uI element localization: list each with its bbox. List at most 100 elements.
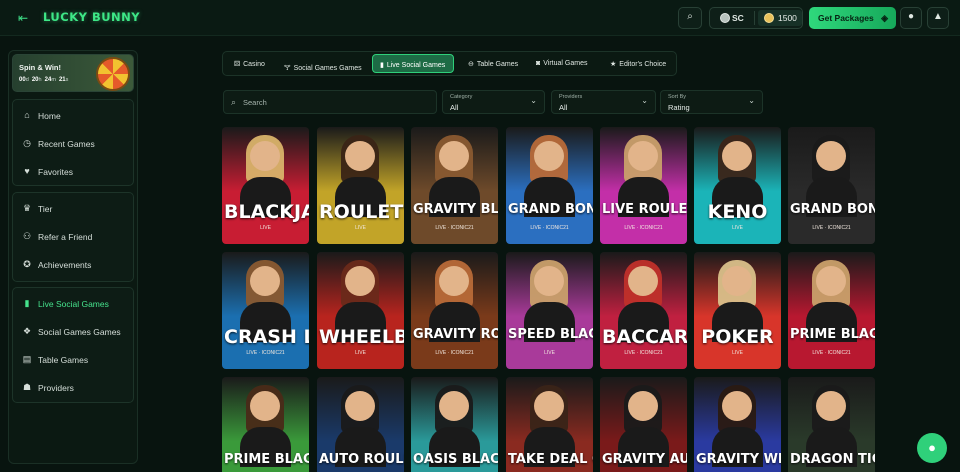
game-title: GRAVITY AUTO ROULETTE [602,452,687,467]
chips-icon: ❖ [22,326,32,336]
game-title: CRASH LIVE [224,326,309,348]
game-card[interactable]: BLACKJACK LIVE [222,127,309,244]
game-card[interactable]: POKER LIVE [694,252,781,369]
tab-editors-choice[interactable]: ★ Editor's Choice [606,54,674,73]
game-title: BLACKJACK [224,201,309,223]
dealer-face [345,141,375,171]
sidebar-item-recent-games[interactable]: ◷ Recent Games [13,132,133,156]
dealer-face [250,266,280,296]
game-title: GRAVITY ROULETTE [413,327,498,342]
game-card[interactable]: GRAVITY WHEEL [694,377,781,472]
game-subtitle: LIVE · ICONIC21 [435,225,474,231]
game-title: AUTO ROULETTE [319,452,404,467]
search-button[interactable]: ⌕ [678,7,702,29]
bell-icon: ▲ [933,11,943,22]
sc-label: SC [732,13,744,23]
sidebar-item-label: Favorites [38,167,73,177]
tab-live-social-games[interactable]: ▮ Live Social Games [372,54,454,73]
game-card[interactable]: GRAVITY ROULETTE LIVE · ICONIC21 [411,252,498,369]
live-chat-button[interactable]: ● [917,433,947,463]
game-subtitle: LIVE [732,225,743,231]
game-card[interactable]: SPEED BLACKJACK LIVE [506,252,593,369]
game-card[interactable]: WHEELBET LIVE [317,252,404,369]
collapse-sidebar-icon[interactable]: ⇤ [18,11,32,25]
dealer-face [534,266,564,296]
user-icon: ● [907,11,915,22]
dealer-face [816,141,846,171]
gc-value: 1500 [778,13,797,23]
game-card[interactable]: AUTO ROULETTE [317,377,404,472]
home-icon: ⌂ [24,110,30,120]
game-title: GRAVITY BLACKJACK [413,202,498,217]
game-card[interactable]: GRAVITY AUTO ROULETTE [600,377,687,472]
game-card[interactable]: PRIME BLACKJACK 1 LIVE · ICONIC21 [788,252,875,369]
search-icon: ⌕ [231,97,237,107]
sidebar-item-providers[interactable]: ☗ Providers [13,376,133,400]
get-packages-label: Get Packages [818,13,874,23]
game-subtitle: LIVE [544,350,555,356]
live-icon: ▮ [24,298,30,308]
game-card[interactable]: OASIS BLACKJACK 2 [411,377,498,472]
game-title: ROULETTE [319,201,404,223]
game-title: DRAGON TIGER [790,452,875,467]
dealer-face [722,391,752,421]
game-title: SPEED BLACKJACK [508,327,593,342]
sc-coin-icon [720,13,730,23]
sidebar-item-home[interactable]: ⌂ Home [13,104,133,128]
game-card[interactable]: ROULETTE LIVE [317,127,404,244]
users-icon: ⚇ [22,231,32,241]
live-icon: ▮ [380,62,384,69]
game-card[interactable]: GRAVITY BLACKJACK LIVE · ICONIC21 [411,127,498,244]
search-icon: ⌕ [687,11,693,22]
game-card[interactable]: LIVE ROULETTE LIVE · ICONIC21 [600,127,687,244]
search-input[interactable] [243,96,423,109]
sidebar-item-live-social-games[interactable]: ▮ Live Social Games [13,292,133,316]
game-card[interactable]: GRAND BONUS BLACKJACK LIVE · ICONIC21 [506,127,593,244]
sidebar-item-label: Tier [38,204,53,214]
game-subtitle: LIVE [732,350,743,356]
get-packages-button[interactable]: Get Packages ◈ [809,7,896,29]
dealer-face [439,391,469,421]
profile-button[interactable]: ● [900,7,922,29]
sidebar-item-social-games-games[interactable]: ❖ Social Games Games [13,320,133,344]
sidebar-item-achievements[interactable]: ✪ Achievements [13,253,133,277]
dropdown-value: All [559,103,568,112]
sidebar-item-label: Live Social Games [38,299,109,309]
sort-dropdown[interactable]: Sort By Rating ⌄ [660,90,763,114]
game-subtitle: LIVE · ICONIC21 [530,225,569,231]
ticket-icon: ◈ [881,13,888,23]
game-card[interactable]: BACCARAT 1 LIVE · ICONIC21 [600,252,687,369]
dealer-face [816,391,846,421]
game-card[interactable]: PRIME BLACKJACK 2 [222,377,309,472]
game-card[interactable]: TAKE DEAL OR RISK BLACKJACK [506,377,593,472]
sidebar-item-tier[interactable]: ♛ Tier [13,197,133,221]
spin-and-win-banner[interactable]: Spin & Win! 00d 20h 24m 21s [12,54,134,92]
game-card[interactable]: KENO LIVE [694,127,781,244]
dice-icon: ⚄ [234,61,241,68]
dealer-face [628,266,658,296]
currency-selector[interactable]: SC 1500 [709,7,803,29]
chat-icon: ● [928,440,936,455]
game-card[interactable]: DRAGON TIGER [788,377,875,472]
game-title: OASIS BLACKJACK 2 [413,452,498,467]
game-card[interactable]: GRAND BONUS BACCARAT LIVE · ICONIC21 [788,127,875,244]
dealer-face [722,266,752,296]
star-icon: ★ [610,61,617,68]
notifications-button[interactable]: ▲ [927,7,949,29]
tab-social-games-games[interactable]: 🝖 Social Games Games [279,54,363,73]
providers-dropdown[interactable]: Providers All ⌄ [551,90,656,114]
dealer-face [534,141,564,171]
tab-virtual-games[interactable]: ◙ Virtual Games [533,54,593,73]
logo[interactable]: LUCKY BUNNY [43,10,140,24]
sidebar-item-favorites[interactable]: ♥ Favorites [13,160,133,184]
sidebar-item-table-games[interactable]: ▤ Table Games [13,348,133,372]
dealer-face [534,391,564,421]
category-dropdown[interactable]: Category All ⌄ [442,90,545,114]
sidebar-item-refer-a-friend[interactable]: ⚇ Refer a Friend [13,225,133,249]
sidebar-item-label: Providers [38,383,74,393]
tab-table-games[interactable]: ⊖ Table Games [463,54,521,73]
game-search: ⌕ [223,90,437,114]
game-card[interactable]: CRASH LIVE LIVE · ICONIC21 [222,252,309,369]
tab-casino[interactable]: ⚄ Casino [229,54,269,73]
game-title: LIVE ROULETTE [602,202,687,217]
